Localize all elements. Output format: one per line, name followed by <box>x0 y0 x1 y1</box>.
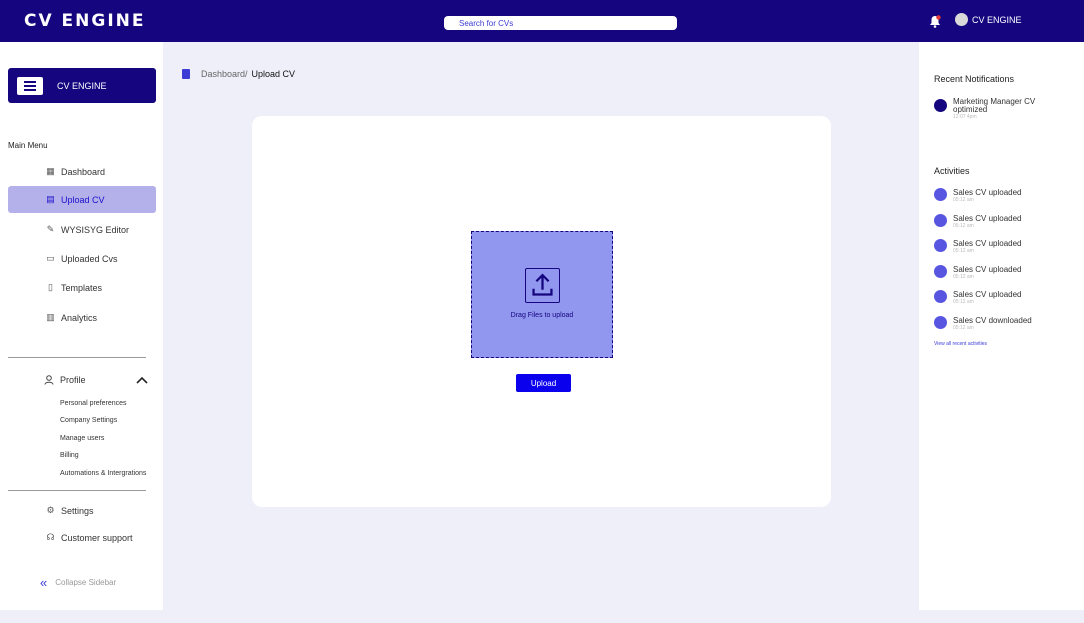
activity-item[interactable]: Sales CV uploaded 05:12 am <box>934 290 1022 305</box>
activity-dot-icon <box>934 316 947 329</box>
sidebar-item-label: Uploaded Cvs <box>61 253 118 264</box>
activity-text: Sales CV uploaded <box>953 265 1022 274</box>
activity-item[interactable]: Sales CV uploaded 05:12 am <box>934 265 1022 280</box>
activity-item[interactable]: Sales CV uploaded 05:12 am <box>934 188 1022 203</box>
activity-item[interactable]: Sales CV downloaded 05:12 am <box>934 316 1032 331</box>
notifications-title: Recent Notifications <box>934 74 1015 84</box>
sidebar-item-label: Settings <box>61 505 94 516</box>
user-name: CV ENGINE <box>972 14 1022 25</box>
top-bar: CV ENGINE CV ENGINE <box>0 0 1084 42</box>
profile-sub-item-manage-users[interactable]: Manage users <box>60 435 104 442</box>
search-input[interactable] <box>444 16 677 30</box>
notification-dot-icon <box>934 99 947 112</box>
chevron-up-icon[interactable] <box>136 376 148 384</box>
bottom-strip <box>0 610 1084 623</box>
sidebar-item-label: WYSISYG Editor <box>61 224 130 235</box>
user-icon <box>44 375 54 385</box>
profile-sub-item-billing[interactable]: Billing <box>60 452 79 459</box>
chart-icon: ▥ <box>46 312 55 322</box>
notification-time: 12:07 4pm <box>953 114 977 120</box>
notification-item[interactable]: Marketing Manager CV optimized 12:07 4pm <box>934 98 1048 120</box>
activity-dot-icon <box>934 290 947 303</box>
double-chevron-left-icon: « <box>40 575 48 590</box>
upload-file-icon: ▤ <box>46 194 55 204</box>
upload-icon <box>524 268 560 303</box>
sidebar-item-label: Templates <box>61 282 103 293</box>
activity-dot-icon <box>934 265 947 278</box>
profile-sub-item-personal-preferences[interactable]: Personal preferences <box>60 400 127 407</box>
activity-item[interactable]: Sales CV uploaded 05:12 am <box>934 214 1022 229</box>
right-panel: Recent Notifications Marketing Manager C… <box>919 42 1084 610</box>
gear-icon: ⚙ <box>46 505 55 515</box>
profile-sub-item-automations[interactable]: Automations & Intergrations <box>60 470 146 477</box>
sidebar-item-analytics[interactable]: ▥ Analytics <box>8 304 156 331</box>
brand-name: CV ENGINE <box>57 80 107 91</box>
avatar <box>955 13 968 26</box>
sidebar-item-settings[interactable]: ⚙ Settings <box>8 497 156 524</box>
file-dropzone[interactable]: Drag Files to upload <box>471 231 613 358</box>
headset-icon: ☊ <box>46 532 55 542</box>
divider <box>8 490 146 491</box>
activity-time: 05:12 am <box>953 299 974 305</box>
sidebar-item-dashboard[interactable]: ▦ Dashboard <box>8 158 156 185</box>
upload-card: Drag Files to upload Upload <box>252 116 831 507</box>
activity-dot-icon <box>934 239 947 252</box>
notification-bell-icon[interactable] <box>929 15 941 28</box>
document-icon: ▯ <box>48 282 53 292</box>
collapse-label: Collapse Sidebar <box>55 578 117 587</box>
sidebar-item-label: Analytics <box>61 312 98 323</box>
dashboard-icon: ▦ <box>46 166 55 176</box>
user-menu[interactable]: CV ENGINE <box>955 13 1022 26</box>
divider <box>8 357 146 358</box>
sidebar: CV ENGINE Main Menu ▦ Dashboard ▤ Upload… <box>0 42 163 610</box>
dropzone-text: Drag Files to upload <box>510 312 574 319</box>
brand-logo-icon <box>17 76 43 95</box>
breadcrumb-parent[interactable]: Dashboard/ <box>201 69 248 79</box>
sidebar-item-label: Customer support <box>61 532 133 543</box>
upload-button[interactable]: Upload <box>516 374 571 392</box>
sidebar-item-uploaded-cvs[interactable]: ▭ Uploaded Cvs <box>8 245 156 272</box>
activity-item[interactable]: Sales CV uploaded 05:12 am <box>934 239 1022 254</box>
activity-time: 05:12 am <box>953 223 974 229</box>
pencil-icon: ✎ <box>46 224 55 234</box>
sidebar-item-upload-cv[interactable]: ▤ Upload CV <box>8 186 156 213</box>
activities-title: Activities <box>934 166 970 176</box>
activity-dot-icon <box>934 188 947 201</box>
activity-time: 05:12 am <box>953 274 974 280</box>
activity-text: Sales CV downloaded <box>953 316 1032 325</box>
sidebar-item-label: Upload CV <box>61 194 105 205</box>
sidebar-item-templates[interactable]: ▯ Templates <box>8 274 156 301</box>
activity-text: Sales CV uploaded <box>953 239 1022 248</box>
profile-sub-item-company-settings[interactable]: Company Settings <box>60 417 117 424</box>
activity-time: 05:12 am <box>953 325 974 331</box>
sidebar-item-label: Dashboard <box>61 166 106 177</box>
sidebar-item-wysisyg-editor[interactable]: ✎ WYSISYG Editor <box>8 216 156 243</box>
activity-text: Sales CV uploaded <box>953 214 1022 223</box>
app-logo[interactable]: CV ENGINE <box>24 11 146 31</box>
activity-text: Sales CV uploaded <box>953 290 1022 299</box>
brand-card[interactable]: CV ENGINE <box>8 68 156 103</box>
collapse-sidebar-button[interactable]: « Collapse Sidebar <box>40 575 116 590</box>
activity-time: 05:12 am <box>953 197 974 203</box>
profile-label: Profile <box>60 375 86 385</box>
notification-text: Marketing Manager CV optimized <box>953 97 1036 114</box>
menu-title: Main Menu <box>8 141 48 150</box>
activity-text: Sales CV uploaded <box>953 188 1022 197</box>
profile-toggle[interactable]: Profile <box>44 375 148 385</box>
view-all-activities-link[interactable]: View all recent activities <box>934 341 987 347</box>
sidebar-item-customer-support[interactable]: ☊ Customer support <box>8 524 156 551</box>
activity-time: 05:12 am <box>953 248 974 254</box>
activity-dot-icon <box>934 214 947 227</box>
document-icon <box>182 69 190 79</box>
breadcrumb-current: Upload CV <box>251 69 296 79</box>
breadcrumb: Dashboard/ Upload CV <box>182 69 295 79</box>
clipboard-icon: ▭ <box>46 253 55 263</box>
